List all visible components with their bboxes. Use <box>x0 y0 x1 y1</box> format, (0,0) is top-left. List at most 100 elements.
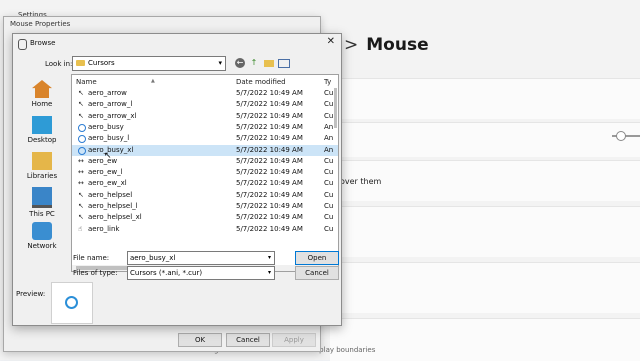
file-row[interactable]: ↔ aero_ew 5/7/2022 10:49 AM Cu <box>72 156 338 167</box>
file-date: 5/7/2022 10:49 AM <box>236 89 303 97</box>
file-row[interactable]: ☝ aero_link 5/7/2022 10:49 AM Cu <box>72 224 338 235</box>
busy-cursor-icon <box>78 146 86 155</box>
file-date: 5/7/2022 10:49 AM <box>236 100 303 109</box>
file-name: aero_arrow <box>88 89 127 97</box>
file-name: aero_arrow_xl <box>88 111 137 120</box>
view-menu-icon[interactable] <box>278 59 290 68</box>
column-name[interactable]: Name <box>76 78 97 86</box>
file-date: 5/7/2022 10:49 AM <box>236 202 303 210</box>
column-date-modified[interactable]: Date modified <box>236 78 286 86</box>
help-cursor-icon: ↖ <box>78 213 84 222</box>
browse-dialog: Browse ✕ Look in: Cursors ▾ ← ↑ Home Des… <box>12 33 342 326</box>
libraries-icon <box>32 152 52 170</box>
settings-card <box>330 318 640 361</box>
file-name-value: aero_busy_xl <box>130 254 176 262</box>
resize-ew-cursor-icon: ↔ <box>78 168 84 177</box>
busy-cursor-icon <box>78 135 86 144</box>
back-icon[interactable]: ← <box>235 58 245 68</box>
file-date: 5/7/2022 10:49 AM <box>236 179 303 188</box>
file-name: aero_helpsel_xl <box>88 213 142 222</box>
resize-ew-cursor-icon: ↔ <box>78 156 84 165</box>
file-row[interactable]: ↖ aero_arrow 5/7/2022 10:49 AM Cu <box>72 88 338 99</box>
look-in-value: Cursors <box>88 59 115 67</box>
file-type: Cu <box>324 179 334 188</box>
cursor-preview <box>51 282 93 324</box>
sort-ascending-icon: ▲ <box>151 78 155 84</box>
help-cursor-icon: ↖ <box>78 190 84 199</box>
file-row[interactable]: ↖ aero_helpsel_xl 5/7/2022 10:49 AM Cu <box>72 212 338 223</box>
file-row[interactable]: ↔ aero_ew_xl 5/7/2022 10:49 AM Cu <box>72 178 338 189</box>
file-date: 5/7/2022 10:49 AM <box>236 224 303 233</box>
file-type: Cu <box>324 224 334 233</box>
file-date: 5/7/2022 10:49 AM <box>236 134 303 143</box>
file-name: aero_helpsel_l <box>88 202 138 210</box>
settings-card <box>330 78 640 119</box>
file-type: Cu <box>324 111 334 120</box>
busy-cursor-icon <box>78 123 86 132</box>
file-type: Cu <box>324 89 334 97</box>
scroll-inactive-text: over them <box>340 177 382 186</box>
vertical-scrollbar[interactable] <box>334 88 337 128</box>
file-date: 5/7/2022 10:49 AM <box>236 190 303 199</box>
ok-button[interactable]: OK <box>178 333 222 347</box>
settings-card <box>330 262 640 313</box>
file-name-label: File name: <box>73 254 110 262</box>
file-name: aero_ew_xl <box>88 179 127 188</box>
busy-cursor-icon <box>65 296 78 309</box>
file-date: 5/7/2022 10:49 AM <box>236 111 303 120</box>
file-date: 5/7/2022 10:49 AM <box>236 156 303 165</box>
file-row[interactable]: ↖ aero_arrow_xl 5/7/2022 10:49 AM Cu <box>72 111 338 122</box>
place-home[interactable]: Home <box>16 80 68 108</box>
desktop-icon <box>32 116 52 134</box>
place-network[interactable]: Network <box>16 222 68 250</box>
cancel-button[interactable]: Cancel <box>226 333 270 347</box>
file-type: Cu <box>324 100 334 109</box>
place-libraries[interactable]: Libraries <box>16 152 68 180</box>
file-row[interactable]: aero_busy_xl 5/7/2022 10:49 AM An <box>72 144 338 156</box>
file-row[interactable]: aero_busy_l 5/7/2022 10:49 AM An <box>72 133 338 144</box>
chevron-down-icon[interactable]: ▾ <box>268 252 271 264</box>
link-cursor-icon: ☝ <box>78 224 83 233</box>
chevron-down-icon: ▾ <box>267 269 271 276</box>
file-type: Cu <box>324 190 334 199</box>
file-type: Cu <box>324 168 334 177</box>
file-name: aero_ew_l <box>88 168 123 177</box>
settings-card-speed <box>330 122 640 157</box>
mouse-icon <box>18 39 27 50</box>
file-date: 5/7/2022 10:49 AM <box>236 145 303 154</box>
file-type: An <box>324 145 334 154</box>
look-in-dropdown[interactable]: Cursors ▾ <box>72 56 226 71</box>
network-icon <box>32 222 52 240</box>
open-button[interactable]: Open <box>295 251 339 265</box>
file-row[interactable]: aero_busy 5/7/2022 10:49 AM An <box>72 122 338 133</box>
file-name-input[interactable]: aero_busy_xl ▾ <box>127 251 275 265</box>
file-date: 5/7/2022 10:49 AM <box>236 168 303 177</box>
file-name: aero_busy_l <box>88 134 130 143</box>
column-type[interactable]: Ty <box>324 78 331 86</box>
file-row[interactable]: ↖ aero_helpsel 5/7/2022 10:49 AM Cu <box>72 190 338 201</box>
file-name: aero_link <box>88 224 120 233</box>
computer-icon <box>32 187 52 208</box>
pointer-speed-thumb[interactable] <box>616 131 626 141</box>
places-bar: Home Desktop Libraries This PC Network <box>16 74 68 274</box>
place-this-pc[interactable]: This PC <box>16 187 68 218</box>
file-type: Cu <box>324 202 334 210</box>
file-row[interactable]: ↖ aero_helpsel_l 5/7/2022 10:49 AM Cu <box>72 201 338 212</box>
file-row[interactable]: ↖ aero_arrow_l 5/7/2022 10:49 AM Cu <box>72 99 338 110</box>
apply-button[interactable]: Apply <box>272 333 316 347</box>
close-icon[interactable]: ✕ <box>327 36 335 47</box>
preview-label: Preview: <box>16 290 46 298</box>
files-of-type-label: Files of type: <box>73 269 118 277</box>
chevron-down-icon: ▾ <box>218 59 222 67</box>
files-of-type-value: Cursors (*.ani, *.cur) <box>130 269 203 277</box>
file-type: An <box>324 134 334 143</box>
files-of-type-select[interactable]: Cursors (*.ani, *.cur) ▾ <box>127 266 275 280</box>
file-list[interactable]: ▲ Name Date modified Ty ↖ aero_arrow 5/7/2… <box>71 74 339 272</box>
file-row[interactable]: ↔ aero_ew_l 5/7/2022 10:49 AM Cu <box>72 167 338 178</box>
place-desktop[interactable]: Desktop <box>16 116 68 144</box>
up-folder-icon[interactable]: ↑ <box>249 58 259 68</box>
cancel-button[interactable]: Cancel <box>295 266 339 280</box>
file-type: Cu <box>324 213 334 222</box>
new-folder-icon[interactable] <box>264 60 274 67</box>
mouse-pointer-icon: ↖ <box>104 151 112 161</box>
